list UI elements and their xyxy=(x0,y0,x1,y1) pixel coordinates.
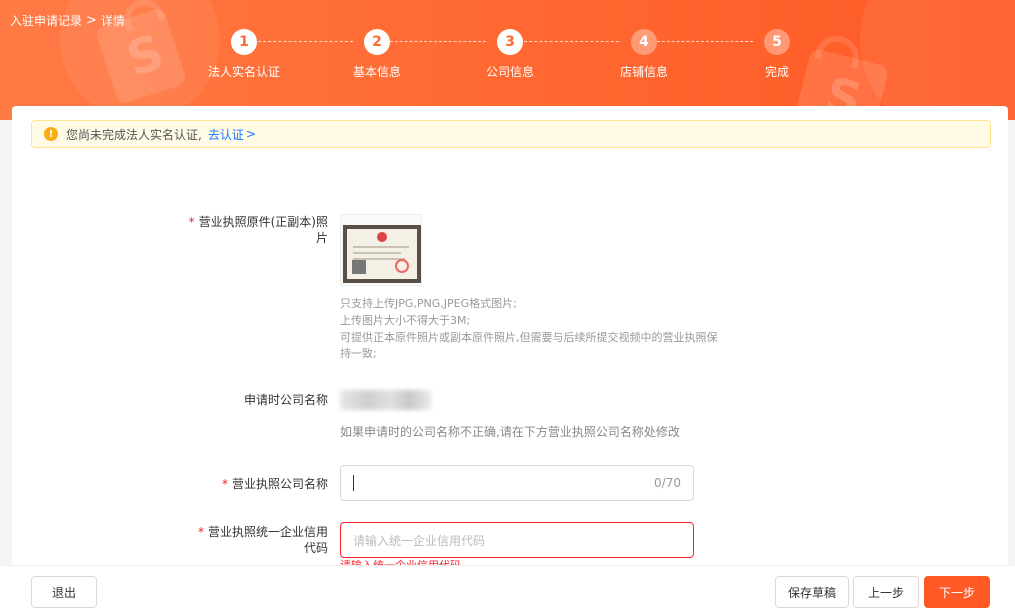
step-company-info: 3 公司信息 xyxy=(465,29,555,80)
license-photo-thumbnail[interactable] xyxy=(343,225,421,283)
text-caret xyxy=(353,475,354,491)
license-photo-label-line1: 营业执照原件(正副本)照 xyxy=(198,215,328,229)
step-label: 法人实名认证 xyxy=(207,65,280,79)
footer-bar: 退出 保存草稿 上一步 下一步 xyxy=(0,565,1015,611)
step-number: 5 xyxy=(764,29,790,55)
step-number: 3 xyxy=(497,29,523,55)
chevron-right-icon: > xyxy=(245,127,256,141)
step-label: 基本信息 xyxy=(352,65,401,79)
breadcrumb: 入驻申请记录 > 详情 xyxy=(10,12,125,29)
breadcrumb-current: 详情 xyxy=(100,14,125,28)
form-card: ! 您尚未完成法人实名认证, 去认证 > * 营业执照原件(正副本)照 片 只支持… xyxy=(12,106,1008,611)
required-mark: * xyxy=(221,477,228,491)
upload-hint: 持一致; xyxy=(340,347,377,360)
step-number: 1 xyxy=(231,29,257,55)
step-complete: 5 完成 xyxy=(732,29,822,80)
character-counter: 0/70 xyxy=(654,476,681,490)
applied-company-name-label: 申请时公司名称 xyxy=(243,393,328,407)
step-number: 2 xyxy=(364,29,390,55)
exit-button[interactable]: 退出 xyxy=(31,576,97,608)
license-company-name-input[interactable]: 0/70 xyxy=(340,465,694,501)
notice-text: 您尚未完成法人实名认证, xyxy=(66,127,202,142)
credit-code-label: * 营业执照统一企业信用 代码 xyxy=(172,524,328,556)
breadcrumb-parent[interactable]: 入驻申请记录 xyxy=(10,12,82,29)
step-shop-info: 4 店铺信息 xyxy=(599,29,689,80)
credit-code-input[interactable]: 请输入统一企业信用代码 xyxy=(340,522,694,558)
credit-code-label-line1: 营业执照统一企业信用 xyxy=(207,525,328,539)
credit-code-label-line2: 代码 xyxy=(303,541,328,555)
license-company-name-label: * 营业执照公司名称 xyxy=(172,476,328,492)
step-basic-info: 2 基本信息 xyxy=(332,29,422,80)
decor-circle xyxy=(860,0,1015,120)
upload-hint: 可提供正本原件照片或副本原件照片,但需要与后续所提交视频中的营业执照保 xyxy=(340,331,718,344)
license-company-name-label-text: 营业执照公司名称 xyxy=(231,477,328,491)
license-photo-label: * 营业执照原件(正副本)照 片 xyxy=(172,214,328,246)
step-number: 4 xyxy=(631,29,657,55)
required-mark: * xyxy=(197,525,204,539)
required-mark: * xyxy=(188,215,195,229)
applied-company-name-value xyxy=(340,390,432,410)
header-banner: S S 入驻申请记录 > 详情 1 法人实名认证 2 基本信息 3 公司信息 4… xyxy=(0,0,1015,120)
progress-steps: 1 法人实名认证 2 基本信息 3 公司信息 4 店铺信息 5 完成 xyxy=(204,29,824,89)
verification-notice: ! 您尚未完成法人实名认证, 去认证 > xyxy=(31,120,991,148)
upload-hint: 只支持上传JPG,PNG,JPEG格式图片; xyxy=(340,297,517,310)
license-photo-label-line2: 片 xyxy=(315,231,328,245)
credit-code-placeholder: 请输入统一企业信用代码 xyxy=(353,533,486,548)
go-verify-label: 去认证 xyxy=(207,127,244,142)
upload-hint: 上传图片大小不得大于3M; xyxy=(340,314,471,327)
step-label: 公司信息 xyxy=(485,65,534,79)
save-draft-button[interactable]: 保存草稿 xyxy=(775,576,849,608)
go-verify-link[interactable]: 去认证 > xyxy=(208,126,256,143)
warning-icon: ! xyxy=(44,127,58,141)
next-step-button[interactable]: 下一步 xyxy=(924,576,990,608)
breadcrumb-separator-icon: > xyxy=(86,13,97,28)
step-label: 完成 xyxy=(764,65,789,79)
step-label: 店铺信息 xyxy=(619,65,668,79)
license-photo-upload[interactable] xyxy=(340,214,422,286)
step-legal-verification: 1 法人实名认证 xyxy=(199,29,289,80)
prev-step-button[interactable]: 上一步 xyxy=(853,576,919,608)
applied-company-name-hint: 如果申请时的公司名称不正确,请在下方营业执照公司名称处修改 xyxy=(340,425,680,439)
